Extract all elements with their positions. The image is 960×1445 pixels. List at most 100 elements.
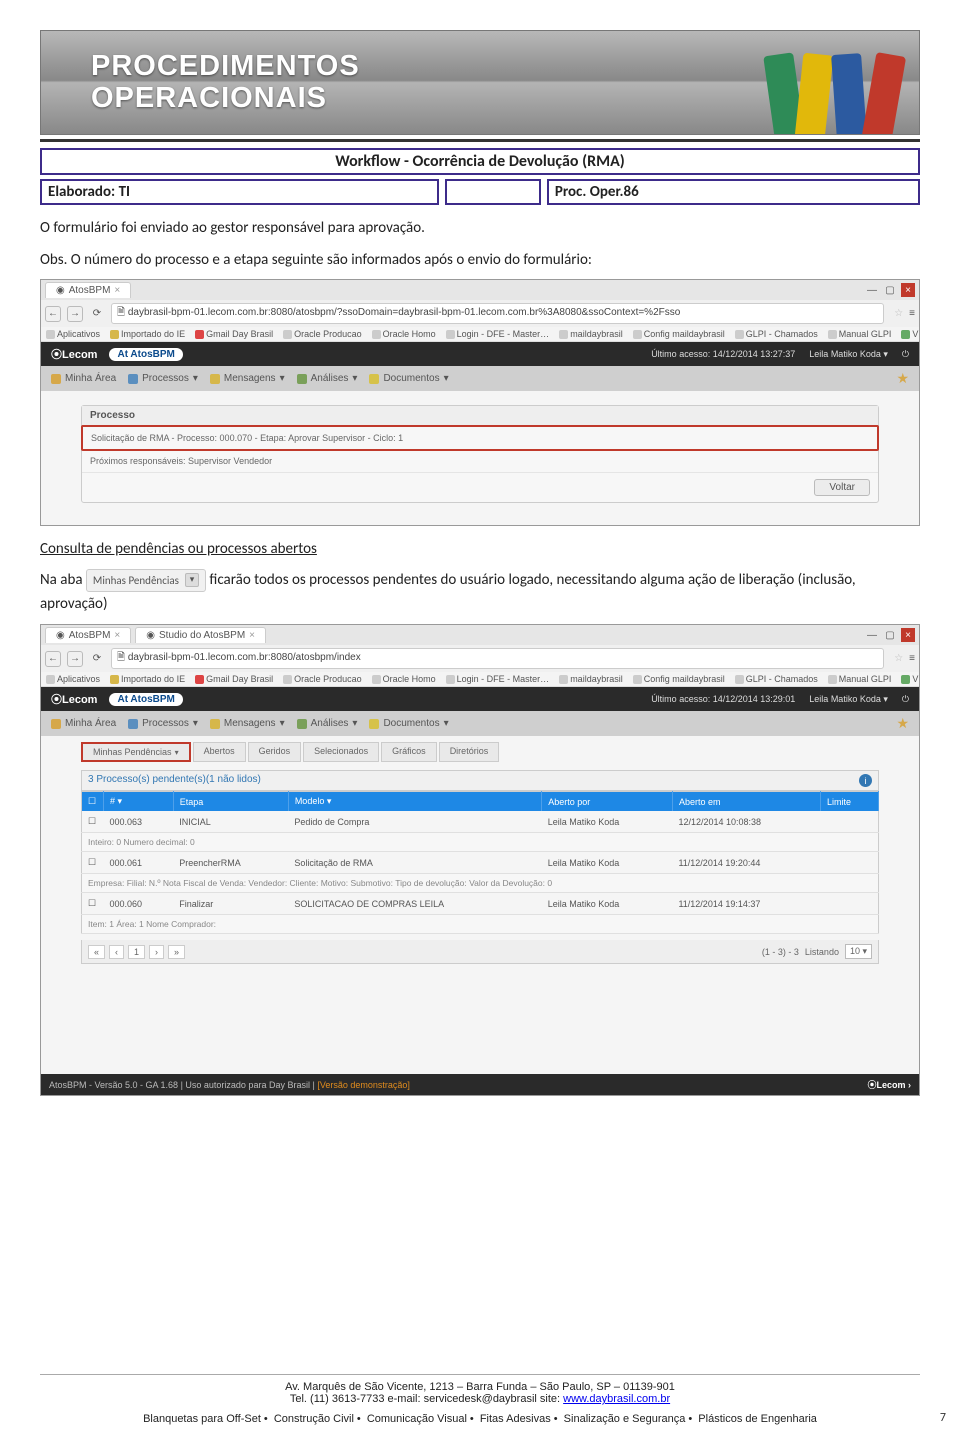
- doc-icon: [283, 675, 292, 684]
- page-prev-icon[interactable]: ‹: [109, 945, 124, 959]
- bm-glpi[interactable]: GLPI - Chamados: [735, 674, 818, 684]
- menu-processos[interactable]: Processos ▾: [128, 718, 198, 729]
- menu-minha-area[interactable]: Minha Área: [51, 373, 116, 384]
- reload-icon[interactable]: ⟳: [89, 651, 105, 667]
- reload-icon[interactable]: ⟳: [89, 306, 105, 322]
- logout-icon[interactable]: ⏻: [902, 694, 909, 705]
- menu-minha-area[interactable]: Minha Área: [51, 718, 116, 729]
- bm-manual-glpi[interactable]: Manual GLPI: [828, 329, 892, 339]
- footer-divider: [40, 1374, 920, 1375]
- subtab-diretorios[interactable]: Diretórios: [439, 742, 500, 762]
- maximize-icon[interactable]: ▢: [883, 628, 897, 642]
- close-window-icon[interactable]: ×: [901, 283, 915, 297]
- col-limite[interactable]: Limite: [820, 792, 878, 812]
- menu-analises[interactable]: Análises ▾: [297, 373, 358, 384]
- col-etapa[interactable]: Etapa: [173, 792, 288, 812]
- close-tab-icon[interactable]: ×: [114, 630, 120, 641]
- bm-importado[interactable]: Importado do IE: [110, 329, 185, 339]
- bm-manual-glpi[interactable]: Manual GLPI: [828, 674, 892, 684]
- bm-oracle-prod[interactable]: Oracle Producao: [283, 329, 362, 339]
- table-row-detail: Empresa: Filial: N.º Nota Fiscal de Vend…: [82, 874, 879, 893]
- table-row[interactable]: ☐000.060FinalizarSOLICITACAO DE COMPRAS …: [82, 893, 879, 915]
- page-current[interactable]: 1: [128, 945, 145, 959]
- table-row[interactable]: ☐000.063INICIALPedido de CompraLeila Mat…: [82, 811, 879, 833]
- page-next-icon[interactable]: ›: [149, 945, 164, 959]
- menu-mensagens[interactable]: Mensagens ▾: [210, 373, 285, 384]
- forward-icon[interactable]: →: [67, 651, 83, 667]
- bm-oracle-homo[interactable]: Oracle Homo: [372, 329, 436, 339]
- bm-aplicativos[interactable]: Aplicativos: [46, 674, 100, 684]
- bm-login-dfe[interactable]: Login - DFE - Master…: [446, 329, 550, 339]
- checkbox-icon[interactable]: ☐: [88, 796, 96, 806]
- favorite-star-icon[interactable]: ★: [896, 715, 909, 732]
- lecom-footer-logo[interactable]: ⦿Lecom ›: [867, 1078, 911, 1091]
- close-tab-icon[interactable]: ×: [249, 630, 255, 641]
- bm-glpi[interactable]: GLPI - Chamados: [735, 329, 818, 339]
- bm-oracle-prod[interactable]: Oracle Producao: [283, 674, 362, 684]
- bm-login-dfe[interactable]: Login - DFE - Master…: [446, 674, 550, 684]
- bm-maildaybrasil[interactable]: maildaybrasil: [559, 674, 623, 684]
- bm-gmail[interactable]: Gmail Day Brasil: [195, 674, 273, 684]
- user-name[interactable]: Leila Matiko Koda ▾: [809, 349, 888, 360]
- favorite-star-icon[interactable]: ★: [896, 370, 909, 387]
- page-icon: 🗎: [117, 652, 128, 663]
- subtab-graficos[interactable]: Gráficos: [381, 742, 437, 762]
- row-checkbox[interactable]: ☐: [82, 811, 104, 833]
- page-last-icon[interactable]: »: [168, 945, 185, 959]
- close-tab-icon[interactable]: ×: [114, 285, 120, 296]
- back-icon[interactable]: ←: [45, 651, 61, 667]
- minimize-icon[interactable]: —: [865, 283, 879, 297]
- browser-tab[interactable]: ◉AtosBPM×: [45, 282, 131, 298]
- minhas-pendencias-chip[interactable]: Minhas Pendências ▾: [86, 569, 206, 593]
- globe-icon: ◉: [146, 630, 155, 641]
- row-checkbox[interactable]: ☐: [82, 852, 104, 874]
- back-icon[interactable]: ←: [45, 306, 61, 322]
- menu-icon[interactable]: ≡: [909, 653, 915, 664]
- bm-gmail[interactable]: Gmail Day Brasil: [195, 329, 273, 339]
- bm-vpn[interactable]: VPN: [901, 674, 919, 684]
- menu-documentos[interactable]: Documentos ▾: [369, 373, 448, 384]
- page-first-icon[interactable]: «: [88, 945, 105, 959]
- col-aberto-em[interactable]: Aberto em: [672, 792, 820, 812]
- menu-icon[interactable]: ≡: [909, 308, 915, 319]
- col-aberto-por[interactable]: Aberto por: [542, 792, 673, 812]
- doc-icon: [283, 330, 292, 339]
- col-num[interactable]: # ▾: [104, 792, 174, 812]
- forward-icon[interactable]: →: [67, 306, 83, 322]
- maximize-icon[interactable]: ▢: [883, 283, 897, 297]
- browser-tab-1[interactable]: ◉AtosBPM×: [45, 627, 131, 643]
- doc-icon: [828, 675, 837, 684]
- browser-tab-2[interactable]: ◉Studio do AtosBPM×: [135, 627, 266, 643]
- info-icon[interactable]: i: [859, 774, 872, 787]
- subtab-abertos[interactable]: Abertos: [193, 742, 246, 762]
- bm-aplicativos[interactable]: Aplicativos: [46, 329, 100, 339]
- per-page-select[interactable]: 10 ▾: [845, 944, 872, 959]
- menu-analises[interactable]: Análises ▾: [297, 718, 358, 729]
- subtab-pendencias[interactable]: Minhas Pendências▾: [81, 742, 191, 762]
- star-icon[interactable]: ☆: [894, 308, 903, 319]
- bm-oracle-homo[interactable]: Oracle Homo: [372, 674, 436, 684]
- menu-mensagens[interactable]: Mensagens ▾: [210, 718, 285, 729]
- voltar-button[interactable]: Voltar: [814, 479, 870, 496]
- col-modelo[interactable]: Modelo ▾: [288, 792, 541, 812]
- bm-config-mail[interactable]: Config maildaybrasil: [633, 674, 725, 684]
- user-name[interactable]: Leila Matiko Koda ▾: [809, 694, 888, 705]
- subtab-selecionados[interactable]: Selecionados: [303, 742, 379, 762]
- table-row[interactable]: ☐000.061PreencherRMASolicitação de RMALe…: [82, 852, 879, 874]
- bm-vpn[interactable]: VPN: [901, 329, 919, 339]
- bm-maildaybrasil[interactable]: maildaybrasil: [559, 329, 623, 339]
- footer-site-link[interactable]: www.daybrasil.com.br: [563, 1393, 670, 1405]
- bm-config-mail[interactable]: Config maildaybrasil: [633, 329, 725, 339]
- menu-documentos[interactable]: Documentos ▾: [369, 718, 448, 729]
- menu-processos[interactable]: Processos ▾: [128, 373, 198, 384]
- minimize-icon[interactable]: —: [865, 628, 879, 642]
- row-checkbox[interactable]: ☐: [82, 893, 104, 915]
- logout-icon[interactable]: ⏻: [902, 349, 909, 360]
- star-icon[interactable]: ☆: [894, 653, 903, 664]
- close-window-icon[interactable]: ×: [901, 628, 915, 642]
- subtab-geridos[interactable]: Geridos: [248, 742, 302, 762]
- bm-importado[interactable]: Importado do IE: [110, 674, 185, 684]
- url-field[interactable]: 🗎 daybrasil-bpm-01.lecom.com.br:8080/ato…: [111, 648, 884, 669]
- col-checkbox[interactable]: ☐: [82, 792, 104, 812]
- url-field[interactable]: 🗎 daybrasil-bpm-01.lecom.com.br:8080/ato…: [111, 303, 884, 324]
